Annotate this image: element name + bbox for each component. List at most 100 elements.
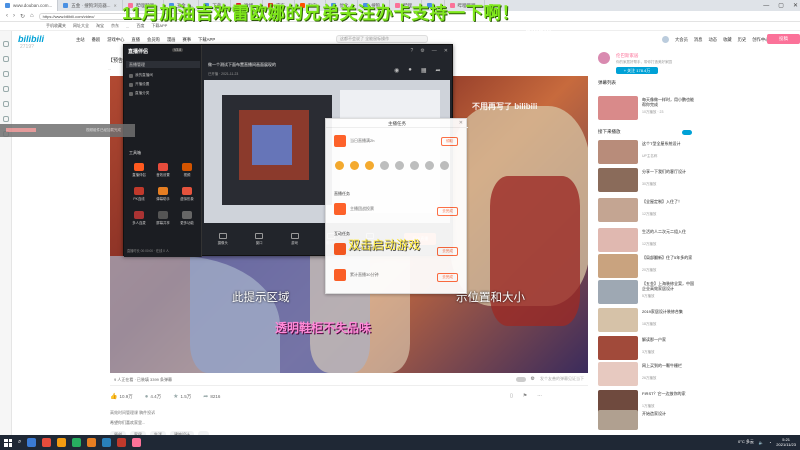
favorite-button[interactable]: ★ 1.5万	[173, 393, 191, 401]
help-icon[interactable]: ?	[411, 48, 414, 54]
more-icon[interactable]: ⋯	[537, 393, 542, 399]
reco-item[interactable]: 这个T型全屋系统设计 UP主名称	[598, 140, 798, 166]
forward-icon[interactable]: ›	[13, 13, 15, 19]
avatar[interactable]	[662, 36, 669, 43]
game-icon[interactable]	[2, 116, 9, 122]
app-icon[interactable]	[57, 438, 67, 447]
nav-item[interactable]: 主站	[76, 37, 85, 43]
app-icon[interactable]	[117, 438, 127, 447]
tool-item[interactable]: 虚拟形象	[176, 187, 198, 201]
danmaku-list-title[interactable]: 弹幕列表	[598, 80, 616, 86]
task-action-button[interactable]: 领取	[440, 137, 458, 146]
bookmark-item[interactable]: 淘宝	[96, 23, 104, 29]
header-link[interactable]: 消息	[694, 37, 703, 43]
tool-item[interactable]: 更多功能	[176, 211, 198, 225]
upload-button[interactable]: 投稿	[767, 34, 800, 44]
reco-item[interactable]: 每天像做一样时，用小鹏也能帮你完成 10万播放 · 23	[598, 96, 798, 122]
minimize-icon[interactable]: —	[763, 3, 769, 9]
task-action-button[interactable]: 去完成	[437, 273, 458, 282]
back-icon[interactable]: ‹	[6, 13, 8, 19]
bili-icon[interactable]	[132, 438, 142, 447]
reco-item[interactable]: 生活的人二次元二组入住 12万播放	[598, 228, 798, 254]
close-icon[interactable]: ✕	[459, 120, 463, 126]
autoplay-toggle[interactable]	[682, 130, 692, 135]
source-window-button[interactable]: 窗口	[255, 233, 264, 245]
history-icon[interactable]	[2, 56, 9, 62]
header-link[interactable]: 动态	[708, 37, 717, 43]
nav-item[interactable]: 会员购	[147, 37, 160, 43]
close-tab-icon[interactable]: ✕	[114, 3, 117, 8]
header-link[interactable]: 收藏	[723, 37, 732, 43]
task-action-button[interactable]: 去完成	[437, 207, 458, 216]
nav-item[interactable]: 漫画	[167, 37, 176, 43]
tool-item[interactable]: 音效设置	[152, 163, 174, 177]
reco-item[interactable]: 【全屋定制】入住了！ 12万播放	[598, 198, 798, 224]
bookmark-item[interactable]: 手机收藏夹	[46, 23, 66, 29]
reco-item[interactable]: 分享一下我们的客厅设计 30万播放	[598, 168, 798, 194]
star-icon[interactable]	[2, 41, 9, 47]
tool-item[interactable]: PK连线	[128, 187, 150, 201]
reco-item[interactable]: 【五金】上海装修全案，中国企业高效家居设计 5万播放	[598, 280, 798, 306]
share-icon[interactable]: ➦	[436, 67, 441, 74]
browser-tab[interactable]: www.douban.com...	[0, 0, 59, 11]
app-icon[interactable]	[72, 438, 82, 447]
download-icon[interactable]	[2, 71, 9, 77]
reco-item[interactable]: 网上买到的一颗牛栅栏 26万播放	[598, 362, 798, 388]
reco-item[interactable]: 解读那一户家 3万播放	[598, 336, 798, 362]
share-button[interactable]: ➦ 8216	[203, 393, 220, 400]
browser-tab[interactable]: 五金 · 搜狗浏览器... ✕	[58, 0, 123, 11]
camera-icon[interactable]: ◉	[394, 67, 399, 74]
tool-item[interactable]: 直播伴侣	[128, 163, 150, 177]
nav-item[interactable]: 游戏中心	[107, 37, 124, 43]
search-icon[interactable]: ⌕	[18, 439, 21, 446]
mail-icon[interactable]	[2, 101, 9, 107]
header-link[interactable]: 大会员	[675, 37, 688, 43]
close-icon[interactable]: ✕	[793, 2, 798, 9]
layout-icon[interactable]: ▦	[421, 67, 427, 74]
reco-item[interactable]: 开始造家设计	[598, 410, 798, 436]
nav-item[interactable]: 下载APP	[198, 37, 215, 43]
coin-button[interactable]: ● 4.4万	[145, 394, 161, 400]
app-icon[interactable]	[42, 438, 52, 447]
app-entry[interactable]: 我的直播间	[129, 73, 153, 78]
danmaku-settings-icon[interactable]: ⚙	[531, 376, 535, 382]
danmaku-toggle[interactable]	[515, 376, 526, 382]
maximize-icon[interactable]: ▢	[778, 2, 784, 9]
minimize-icon[interactable]: —	[432, 48, 437, 54]
nav-item[interactable]: 赛事	[182, 37, 191, 43]
reco-item[interactable]: 【局部翻新】住了5年多的家 20万播放	[598, 254, 798, 280]
nav-item[interactable]: 直播	[131, 37, 140, 43]
reco-item[interactable]: 2019家居设计装修合集 18万播放	[598, 308, 798, 334]
tool-item[interactable]: 视频	[176, 163, 198, 177]
nav-item[interactable]: 番剧	[92, 37, 101, 43]
network-icon[interactable]: ◔	[769, 440, 771, 445]
tool-item[interactable]: 多人连麦	[128, 211, 150, 225]
refresh-icon[interactable]: ↻	[20, 13, 25, 20]
volume-icon[interactable]: 🔈	[759, 440, 764, 445]
app-entry[interactable]: 开播设置	[129, 82, 149, 87]
danmaku-input[interactable]: 发个友善的弹幕见证当下	[540, 376, 584, 382]
bookmark-item[interactable]: 网址大全	[73, 23, 89, 29]
app-icon[interactable]	[87, 438, 97, 447]
header-link[interactable]: 历史	[738, 37, 747, 43]
clock[interactable]: 5:21 2021/11/23	[776, 437, 796, 447]
tool-item[interactable]: 弹幕助手	[152, 187, 174, 201]
bookmark-item[interactable]: 京东	[111, 23, 119, 29]
report-icon[interactable]: ⚑	[523, 393, 527, 399]
tool-item[interactable]: 屏幕共享	[152, 211, 174, 225]
explorer-icon[interactable]	[27, 438, 37, 447]
up-avatar[interactable]	[598, 52, 610, 64]
mobile-icon[interactable]: ▯	[510, 393, 513, 399]
weather-text[interactable]: 0°C 多云	[738, 439, 754, 445]
settings-icon[interactable]: ⚙	[420, 48, 424, 54]
record-icon[interactable]: ●	[408, 67, 412, 74]
task-action-button[interactable]: 去完成	[437, 247, 458, 256]
source-camera-button[interactable]: 摄像头	[218, 233, 228, 245]
source-game-button[interactable]: 游戏	[290, 233, 299, 245]
follow-button[interactable]: + 关注 178.4万	[616, 67, 658, 74]
home-icon[interactable]: ⌂	[30, 13, 34, 19]
bili-search-input[interactable]: 这都不会说了 全能鼠标操作	[336, 35, 428, 43]
bili-logo[interactable]: bilibili	[18, 34, 44, 44]
start-icon[interactable]	[4, 438, 12, 447]
browser-icon[interactable]	[102, 438, 112, 447]
